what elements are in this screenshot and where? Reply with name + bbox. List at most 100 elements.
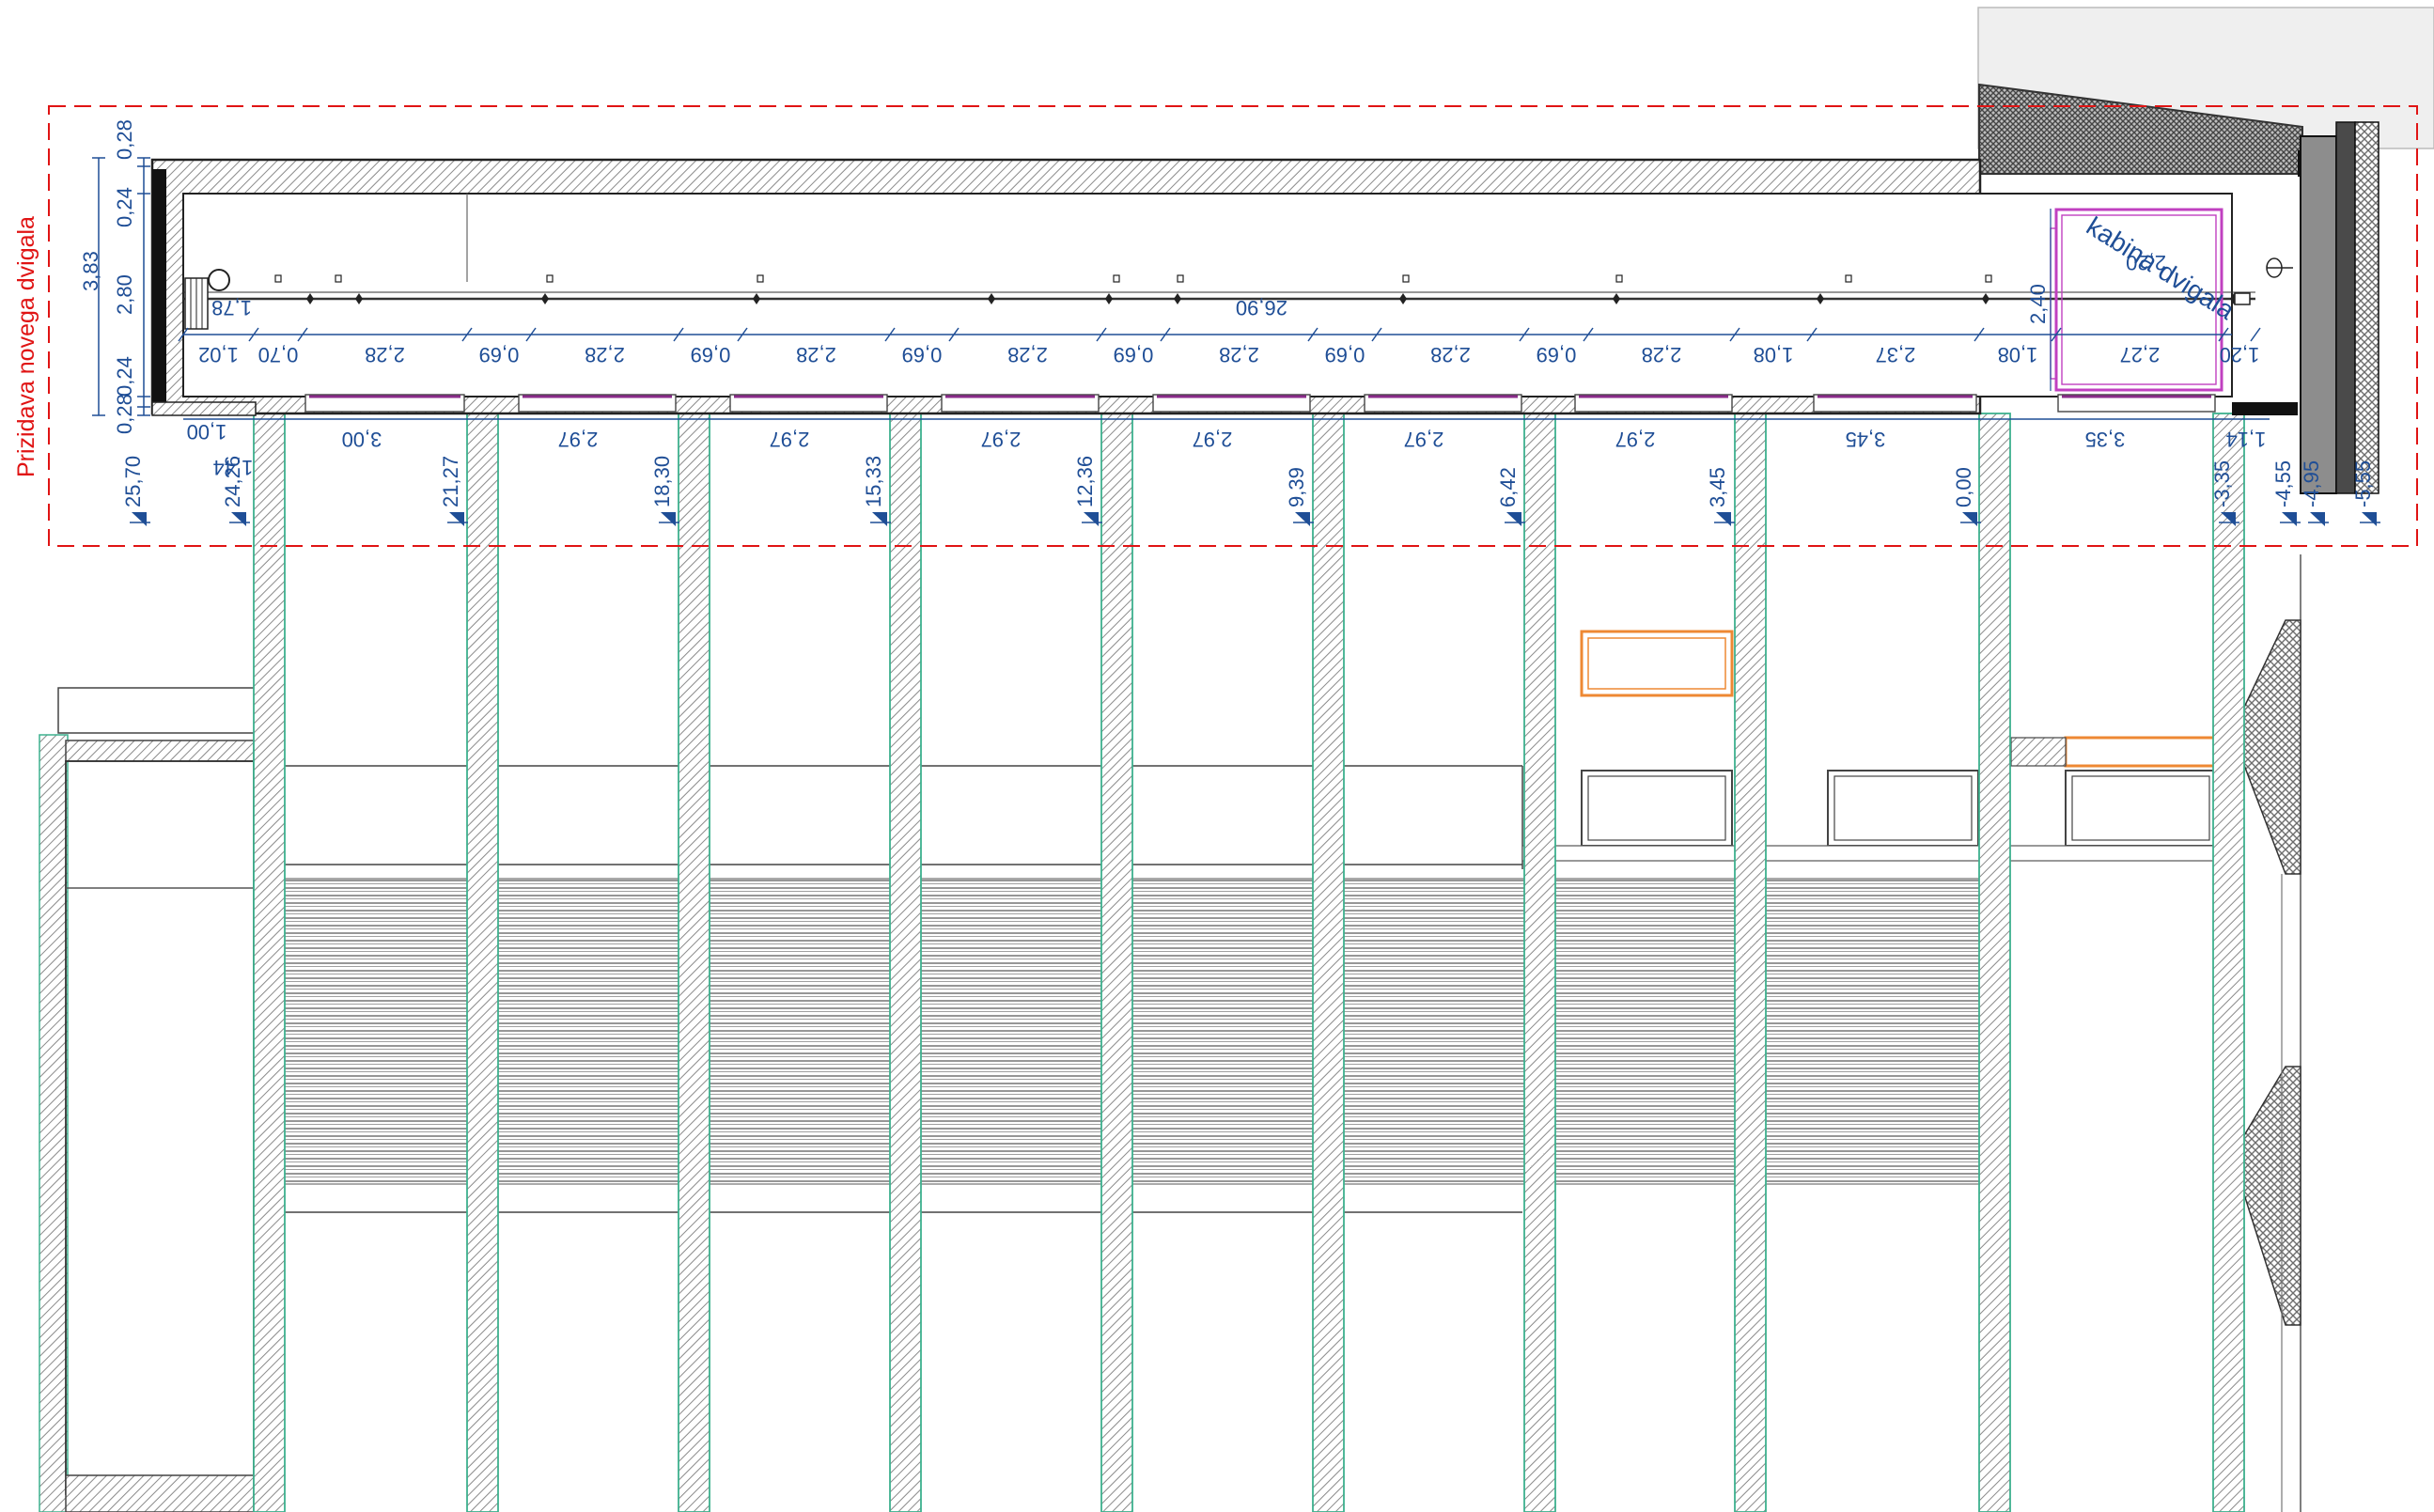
window-1 <box>1581 770 1733 847</box>
dim-cabin-depth: 2,40 <box>2026 284 2050 324</box>
level-label: 3,45 <box>1706 467 1729 507</box>
level-label: 24,26 <box>221 456 244 507</box>
dim-segment: 1,02 <box>198 343 239 366</box>
level-label: -3,35 <box>2210 460 2234 507</box>
level-label: 25,70 <box>121 456 145 507</box>
dim-total-length: 26,90 <box>1236 296 1287 320</box>
level-triangle <box>661 512 676 526</box>
shaft-right-masonry <box>2354 121 2379 494</box>
dim-segment: 2,28 <box>1007 343 1048 366</box>
dim-segment: 2,27 <box>2120 343 2161 366</box>
rail-anchor <box>1985 274 1992 283</box>
level-triangle <box>1962 512 1977 526</box>
level-triangle <box>449 512 464 526</box>
rail-anchor <box>1402 274 1410 283</box>
level-triangle <box>1084 512 1099 526</box>
dim-bay: 2,97 <box>558 428 599 451</box>
buffer-icon <box>2234 257 2293 305</box>
left-wing-wall <box>39 734 69 1512</box>
drawing-title: Prizidava novega dvigala <box>13 216 39 477</box>
level-triangle <box>1506 512 1521 526</box>
dim-segment: 1,08 <box>1998 343 2038 366</box>
dim-bay: 2,97 <box>1615 428 1656 451</box>
column <box>1734 413 1767 1512</box>
dim-segment: 1,20 <box>2220 343 2260 366</box>
column <box>889 413 922 1512</box>
left-wing-frame <box>65 760 255 1495</box>
dim-vertical-5: 0,28 <box>113 394 136 434</box>
level-triangle <box>2310 512 2325 526</box>
dim-bay: 2,97 <box>770 428 810 451</box>
level-triangle <box>132 512 147 526</box>
shaft-end-left <box>152 169 166 413</box>
column <box>1312 413 1345 1512</box>
window-2 <box>1827 770 1979 847</box>
column <box>466 413 499 1512</box>
dim-segment: 0,69 <box>691 343 731 366</box>
dim-bay: 3,00 <box>342 428 382 451</box>
column <box>678 413 710 1512</box>
rail-anchor <box>274 274 282 283</box>
dim-cabin-width: 2,20 <box>2126 251 2166 274</box>
dim-segment: 2,28 <box>365 343 405 366</box>
dim-segment: 2,28 <box>585 343 625 366</box>
window-3 <box>2065 770 2217 847</box>
rail-anchor <box>335 274 342 283</box>
dim-bay: 1,14 <box>2226 428 2267 451</box>
orange-window-upper <box>1580 630 1734 697</box>
dim-segment: 0,69 <box>479 343 520 366</box>
level-label: -5,55 <box>2351 460 2375 507</box>
shaft-end-right-slab <box>2232 402 2298 415</box>
rail-anchor <box>546 274 554 283</box>
level-label: -4,95 <box>2300 460 2323 507</box>
dim-segment: 0,69 <box>902 343 943 366</box>
dim-vertical-2: 0,24 <box>113 187 136 227</box>
dim-segment: 2,37 <box>1876 343 1916 366</box>
rail-anchor <box>1845 274 1852 283</box>
dim-segment: 0,69 <box>1114 343 1154 366</box>
rail-anchor <box>1177 274 1184 283</box>
dim-segment: 0,69 <box>1537 343 1577 366</box>
level-triangle <box>1716 512 1731 526</box>
rail-anchor <box>757 274 764 283</box>
dim-segment: 0,70 <box>258 343 299 366</box>
column <box>1523 413 1556 1512</box>
level-triangle <box>872 512 887 526</box>
rail-anchor <box>1113 274 1120 283</box>
column <box>253 413 286 1512</box>
level-label: 9,39 <box>1285 467 1308 507</box>
level-triangle <box>1295 512 1310 526</box>
level-label: 21,27 <box>439 456 462 507</box>
dim-vertical-1: 0,28 <box>113 119 136 160</box>
column <box>1978 413 2011 1512</box>
left-wing-slab-top <box>65 740 255 762</box>
dim-vertical-4: 0,24 <box>113 356 136 397</box>
level-label: 15,33 <box>862 456 885 507</box>
dim-tick <box>2250 327 2261 342</box>
dim-segment: 2,28 <box>1642 343 1682 366</box>
level-triangle <box>231 512 246 526</box>
level-label: -4,55 <box>2271 460 2295 507</box>
level-label: 0,00 <box>1952 467 1975 507</box>
orange-window-right <box>2064 736 2218 768</box>
left-wing-roof <box>57 687 257 734</box>
level-triangle <box>2362 512 2377 526</box>
dim-segment: 2,28 <box>1430 343 1471 366</box>
column <box>1100 413 1133 1512</box>
dim-bay: 2,97 <box>1193 428 1233 451</box>
dim-segment: 2,28 <box>796 343 836 366</box>
dim-small: 1,78 <box>211 296 252 320</box>
dim-vertical-3: 2,80 <box>113 274 136 315</box>
dim-bay: 3,45 <box>1846 428 1886 451</box>
level-label: 12,36 <box>1073 456 1097 507</box>
dim-bay: 2,97 <box>1404 428 1444 451</box>
dim-segment: 0,69 <box>1325 343 1365 366</box>
dim-segment: 2,28 <box>1219 343 1259 366</box>
left-wing-slab-bottom <box>65 1474 255 1512</box>
level-label: 18,30 <box>650 456 674 507</box>
level-label: 6,42 <box>1496 467 1520 507</box>
dim-segment: 1,08 <box>1754 343 1794 366</box>
column <box>2212 413 2245 1512</box>
level-triangle <box>2282 512 2297 526</box>
dim-bay: 3,35 <box>2085 428 2126 451</box>
